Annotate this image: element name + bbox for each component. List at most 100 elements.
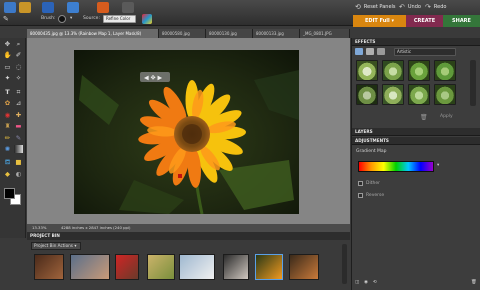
project-bin-header[interactable]: PROJECT BIN bbox=[27, 232, 350, 240]
status-bar: 13.33% 4288 inches x 2847 inches (240 pp… bbox=[27, 224, 350, 232]
tab-share[interactable]: SHARE bbox=[443, 15, 480, 27]
undo-button[interactable]: ↶ Undo bbox=[399, 3, 421, 11]
eraser-tool-icon[interactable]: ▬ bbox=[14, 122, 23, 130]
effect-thumb-1[interactable] bbox=[356, 60, 378, 81]
hand-tool-icon[interactable]: ✋ bbox=[3, 51, 12, 59]
photo-effects-icon[interactable] bbox=[377, 48, 385, 55]
bin-thumbnail-photo-2[interactable] bbox=[70, 254, 110, 280]
marquee-tool-icon[interactable]: ▭ bbox=[3, 63, 12, 71]
sunflower-image: ◀ ✥ ▶ bbox=[74, 50, 299, 214]
project-bin: PROJECT BIN Project Bin Actions ▾ bbox=[27, 232, 350, 290]
smart-brush-icon[interactable]: ✺ bbox=[3, 145, 12, 153]
project-bin-actions-dropdown[interactable]: Project Bin Actions ▾ bbox=[31, 242, 81, 250]
lasso-tool-icon[interactable]: ◌ bbox=[14, 63, 23, 71]
organizer-icon[interactable] bbox=[67, 2, 79, 13]
tab-document-3[interactable]: 80000130.jpg bbox=[206, 29, 253, 38]
reset-adjustment-icon[interactable]: ⟲ bbox=[373, 280, 377, 285]
effect-thumb-3[interactable] bbox=[408, 60, 430, 81]
svg-text:◀ ✥ ▶: ◀ ✥ ▶ bbox=[144, 75, 162, 82]
canvas-area[interactable]: ◀ ✥ ▶ bbox=[27, 38, 350, 224]
foreground-color-swatch[interactable] bbox=[4, 188, 15, 199]
tab-document-4[interactable]: 80000133.jpg bbox=[253, 29, 300, 38]
source-dropdown[interactable]: Refine Color bbox=[103, 15, 136, 23]
adjustments-panel-header[interactable]: ADJUSTMENTS bbox=[352, 137, 480, 145]
effect-thumb-8[interactable] bbox=[434, 84, 456, 105]
gradient-tool-icon[interactable] bbox=[14, 145, 23, 153]
straighten-tool-icon[interactable]: ⊿ bbox=[14, 99, 23, 107]
healing-brush-icon[interactable]: ✚ bbox=[14, 111, 23, 119]
reverse-checkbox[interactable] bbox=[358, 193, 363, 198]
reset-panels-button[interactable]: ⟲ Reset Panels bbox=[355, 3, 396, 11]
layer-styles-icon[interactable] bbox=[366, 48, 374, 55]
brush-tool-icon[interactable]: ✎ bbox=[14, 134, 23, 142]
bin-thumbnail-photo-6[interactable] bbox=[223, 254, 249, 280]
reverse-label: Reverse bbox=[366, 193, 385, 198]
zoom-tool-icon[interactable]: ⌕ bbox=[14, 40, 23, 48]
zoom-value[interactable]: 13.33% bbox=[32, 224, 46, 232]
cookie-cutter-icon[interactable]: ✿ bbox=[3, 99, 12, 107]
close-icon[interactable] bbox=[122, 2, 134, 13]
delete-effect-icon[interactable]: 🗑 bbox=[420, 114, 428, 121]
gradient-map-preview[interactable] bbox=[358, 161, 434, 172]
bin-thumbnail-photo-4[interactable] bbox=[147, 254, 175, 280]
blur-tool-icon[interactable]: ◆ bbox=[3, 170, 12, 178]
magic-wand-icon[interactable]: ✧ bbox=[14, 74, 23, 82]
bin-thumbnail-photo-1[interactable] bbox=[34, 254, 64, 280]
pencil-tool-icon[interactable]: ✏ bbox=[3, 134, 12, 142]
clip-layer-icon[interactable]: ◫ bbox=[355, 280, 359, 285]
panels-bin: EFFECTS Artistic 🗑 Apply LAYERS ADJUSTME… bbox=[351, 38, 480, 290]
adjustments-footer: ◫ ◉ ⟲ 🗑 bbox=[352, 278, 480, 288]
dither-checkbox[interactable] bbox=[358, 181, 363, 186]
layers-panel-header[interactable]: LAYERS bbox=[352, 128, 480, 136]
mode-switcher: EDIT Full ▾ CREATE SHARE bbox=[353, 15, 480, 27]
effects-category-dropdown[interactable]: Artistic bbox=[394, 48, 456, 56]
visibility-icon[interactable]: ◉ bbox=[364, 280, 368, 285]
adjustment-type-label: Gradient Map bbox=[356, 149, 387, 154]
reset-icon: ⟲ bbox=[355, 3, 361, 11]
tab-create[interactable]: CREATE bbox=[406, 15, 443, 27]
sponge-tool-icon[interactable]: ◐ bbox=[14, 170, 23, 178]
effects-scrollbar[interactable] bbox=[470, 60, 476, 106]
project-bin-scrollbar[interactable] bbox=[342, 244, 347, 284]
clone-stamp-tool-icon[interactable]: ♜ bbox=[3, 122, 12, 130]
tab-document-5[interactable]: _MG_0801.JPG bbox=[300, 29, 350, 38]
redo-icon: ↷ bbox=[425, 3, 431, 11]
eyedropper-icon[interactable]: ✐ bbox=[14, 51, 23, 59]
tab-document-1[interactable]: 80000435.jpg @ 13.3% (Rainbow Map 1, Lay… bbox=[27, 29, 159, 38]
brush-preview-icon[interactable] bbox=[58, 15, 66, 23]
tab-document-2[interactable]: 80000580.jpg bbox=[159, 29, 206, 38]
clone-stamp-icon[interactable]: ✎ bbox=[3, 15, 9, 23]
selection-point bbox=[178, 174, 182, 178]
crop-tool-icon[interactable]: ⌗ bbox=[14, 88, 23, 96]
delete-adjustment-icon[interactable]: 🗑 bbox=[471, 280, 477, 285]
type-tool-icon[interactable]: T bbox=[3, 88, 12, 96]
filters-icon[interactable] bbox=[355, 48, 363, 55]
effect-thumb-4[interactable] bbox=[434, 60, 456, 81]
dither-label: Dither bbox=[366, 181, 380, 186]
bin-thumbnail-photo-7[interactable] bbox=[255, 254, 283, 280]
effect-thumb-7[interactable] bbox=[408, 84, 430, 105]
tab-edit-full[interactable]: EDIT Full ▾ bbox=[353, 15, 406, 27]
apply-effect-button[interactable]: Apply bbox=[440, 114, 453, 119]
save-icon[interactable] bbox=[42, 2, 54, 13]
effect-thumb-2[interactable] bbox=[382, 60, 404, 81]
effect-thumb-6[interactable] bbox=[382, 84, 404, 105]
color-swatch-icon[interactable] bbox=[142, 14, 152, 24]
trash-icon[interactable] bbox=[97, 2, 109, 13]
effects-panel-header[interactable]: EFFECTS bbox=[352, 38, 480, 46]
move-tool-icon[interactable]: ✥ bbox=[3, 40, 12, 48]
shape-tool-icon[interactable]: ■ bbox=[14, 158, 23, 166]
gradient-dropdown-arrow[interactable]: ▾ bbox=[437, 163, 439, 168]
new-file-icon[interactable] bbox=[4, 2, 16, 13]
red-eye-tool-icon[interactable]: ◉ bbox=[3, 111, 12, 119]
effect-thumb-5[interactable] bbox=[356, 84, 378, 105]
redo-button[interactable]: ↷ Redo bbox=[425, 3, 446, 11]
folder-icon[interactable] bbox=[19, 2, 31, 13]
bin-thumbnail-photo-3[interactable] bbox=[115, 254, 139, 280]
bin-thumbnail-photo-8[interactable] bbox=[289, 254, 319, 280]
quick-selection-icon[interactable]: ✦ bbox=[3, 74, 12, 82]
paint-bucket-icon[interactable]: ⛾ bbox=[3, 158, 12, 166]
brush-size-label: ▾ bbox=[70, 16, 73, 21]
bin-thumbnail-photo-5[interactable] bbox=[179, 254, 215, 280]
sunflower-photo[interactable]: ◀ ✥ ▶ bbox=[74, 50, 299, 214]
